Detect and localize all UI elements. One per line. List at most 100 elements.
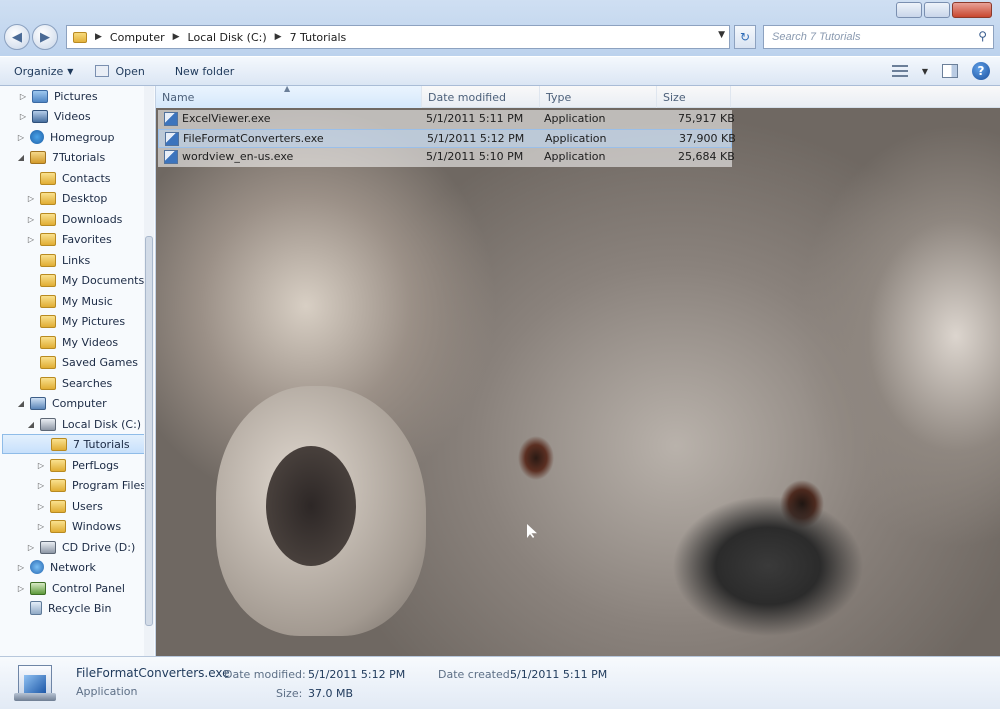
- column-header-name[interactable]: Name ▲: [156, 86, 422, 108]
- expand-arrow-icon[interactable]: ▷: [26, 194, 36, 203]
- column-header-type[interactable]: Type: [540, 86, 657, 108]
- sidebar-item-downloads[interactable]: ▷ Downloads: [26, 209, 122, 229]
- sidebar-item-computer[interactable]: ◢ Computer: [16, 393, 107, 413]
- column-header-date[interactable]: Date modified: [422, 86, 540, 108]
- sidebar-item-my-pictures[interactable]: My Pictures: [26, 311, 125, 331]
- details-size: 37.0 MB: [308, 687, 354, 700]
- details-file-type: Application: [76, 685, 138, 698]
- sidebar-item-favorites[interactable]: ▷ Favorites: [26, 229, 112, 249]
- expand-arrow-icon[interactable]: ▷: [36, 502, 46, 511]
- sidebar-item-control-panel[interactable]: ▷ Control Panel: [16, 578, 125, 598]
- expand-arrow-icon[interactable]: ▷: [16, 133, 26, 142]
- close-button[interactable]: [952, 2, 992, 18]
- file-list[interactable]: Name ▲ Date modified Type Size ExcelViewe…: [156, 86, 1000, 656]
- expand-arrow-icon[interactable]: ▷: [16, 563, 26, 572]
- collapse-arrow-icon[interactable]: ◢: [16, 399, 26, 408]
- details-pane: FileFormatConverters.exe Application Dat…: [0, 656, 1000, 709]
- sidebar-item-perflogs[interactable]: ▷ PerfLogs: [36, 455, 119, 475]
- application-icon: [164, 150, 178, 164]
- details-file-name: FileFormatConverters.exe: [76, 666, 230, 680]
- column-header-size[interactable]: Size: [657, 86, 731, 108]
- downloads-folder-icon: [40, 212, 56, 226]
- navpane-scrollbar[interactable]: [144, 86, 154, 656]
- breadcrumb-item[interactable]: ▶ Local Disk (C:): [173, 31, 267, 44]
- sidebar-item-desktop[interactable]: ▷ Desktop: [26, 188, 107, 208]
- file-row[interactable]: wordview_en-us.exe 5/1/2011 5:10 PM Appl…: [158, 148, 735, 167]
- favorites-folder-icon: [40, 232, 56, 246]
- sidebar-item-7-tutorials[interactable]: 7 Tutorials: [2, 434, 152, 454]
- pictures-icon: [32, 89, 48, 103]
- details-date-created-label: Date created:: [438, 668, 514, 681]
- sidebar-item-pictures[interactable]: ▷ Pictures: [18, 86, 98, 106]
- application-setup-icon: [14, 663, 58, 703]
- desktop-folder-icon: [40, 191, 56, 205]
- sidebar-item-links[interactable]: Links: [26, 250, 90, 270]
- expand-arrow-icon[interactable]: ▷: [18, 92, 28, 101]
- searches-folder-icon: [40, 376, 56, 390]
- sidebar-item-local-disk[interactable]: ◢ Local Disk (C:): [26, 414, 141, 434]
- sidebar-item-7tutorials[interactable]: ◢ 7Tutorials: [16, 147, 105, 167]
- address-dropdown-icon[interactable]: ▼: [718, 30, 725, 40]
- preview-pane-icon[interactable]: [942, 64, 958, 78]
- folder-icon: [50, 519, 66, 533]
- sidebar-item-users[interactable]: ▷ Users: [36, 496, 103, 516]
- command-bar: Organize ▼ Open New folder ▼ ?: [0, 56, 1000, 86]
- collapse-arrow-icon[interactable]: ◢: [26, 420, 36, 429]
- minimize-button[interactable]: [896, 2, 922, 18]
- address-bar[interactable]: ▶ Computer ▶ Local Disk (C:) ▶ 7 Tutorials …: [66, 25, 730, 49]
- sidebar-item-my-documents[interactable]: My Documents: [26, 270, 144, 290]
- maximize-button[interactable]: [924, 2, 950, 18]
- expand-arrow-icon[interactable]: ▷: [26, 235, 36, 244]
- refresh-icon: ↻: [739, 30, 751, 44]
- file-row-selected[interactable]: FileFormatConverters.exe 5/1/2011 5:12 P…: [158, 129, 736, 148]
- help-icon[interactable]: ?: [972, 62, 990, 80]
- expand-arrow-icon[interactable]: ▷: [26, 215, 36, 224]
- homegroup-icon: [30, 130, 44, 144]
- details-date-created: 5/1/2011 5:11 PM: [510, 668, 608, 681]
- mouse-pointer-icon: [527, 524, 537, 538]
- collapse-arrow-icon[interactable]: ◢: [16, 153, 26, 162]
- expand-arrow-icon[interactable]: ▷: [36, 481, 46, 490]
- expand-arrow-icon[interactable]: ▷: [18, 112, 28, 121]
- forward-button[interactable]: ▶: [32, 24, 58, 50]
- expand-arrow-icon[interactable]: ▷: [36, 461, 46, 470]
- organize-button[interactable]: Organize ▼: [14, 65, 73, 78]
- sidebar-item-saved-games[interactable]: Saved Games: [26, 352, 138, 372]
- change-view-icon[interactable]: [891, 65, 908, 77]
- sidebar-item-my-music[interactable]: My Music: [26, 291, 113, 311]
- expand-arrow-icon[interactable]: ▷: [26, 543, 36, 552]
- sidebar-item-network[interactable]: ▷ Network: [16, 557, 96, 577]
- open-button[interactable]: Open: [95, 65, 145, 78]
- new-folder-button[interactable]: New folder: [175, 65, 234, 78]
- back-button[interactable]: ◀: [4, 24, 30, 50]
- open-icon: [95, 65, 110, 77]
- pictures-folder-icon: [40, 314, 56, 328]
- sidebar-item-searches[interactable]: Searches: [26, 373, 112, 393]
- file-row[interactable]: ExcelViewer.exe 5/1/2011 5:11 PM Applica…: [158, 110, 735, 129]
- breadcrumb-item[interactable]: ▶ Computer: [95, 31, 165, 44]
- sidebar-item-contacts[interactable]: Contacts: [26, 168, 111, 188]
- search-input[interactable]: Search 7 Tutorials ⚲: [763, 25, 994, 49]
- folder-icon: [50, 478, 66, 492]
- sidebar-item-windows[interactable]: ▷ Windows: [36, 516, 121, 536]
- breadcrumb-item[interactable]: ▶ 7 Tutorials: [275, 31, 347, 44]
- expand-arrow-icon[interactable]: ▷: [36, 522, 46, 531]
- sidebar-item-videos[interactable]: ▷ Videos: [18, 106, 91, 126]
- file-rows: ExcelViewer.exe 5/1/2011 5:11 PM Applica…: [158, 110, 736, 167]
- sidebar-item-recycle-bin[interactable]: Recycle Bin: [16, 598, 111, 618]
- search-icon[interactable]: ⚲: [978, 29, 987, 43]
- sidebar-item-program-files[interactable]: ▷ Program Files: [36, 475, 146, 495]
- sidebar-item-homegroup[interactable]: ▷ Homegroup: [16, 127, 114, 147]
- title-bar: ◀ ▶ ▶ Computer ▶ Local Disk (C:) ▶ 7 Tutori…: [0, 0, 1000, 56]
- views-chevron-down-icon[interactable]: ▼: [922, 67, 928, 76]
- videos-folder-icon: [40, 335, 56, 349]
- sidebar-item-cd-drive[interactable]: ▷ CD Drive (D:): [26, 537, 135, 557]
- refresh-button[interactable]: ↻: [734, 25, 756, 49]
- sidebar-item-my-videos[interactable]: My Videos: [26, 332, 118, 352]
- control-panel-icon: [30, 581, 46, 595]
- videos-icon: [32, 109, 48, 123]
- scrollbar-thumb[interactable]: [145, 236, 153, 626]
- expand-arrow-icon[interactable]: ▷: [16, 584, 26, 593]
- folder-icon: [50, 458, 66, 472]
- application-icon: [165, 132, 179, 146]
